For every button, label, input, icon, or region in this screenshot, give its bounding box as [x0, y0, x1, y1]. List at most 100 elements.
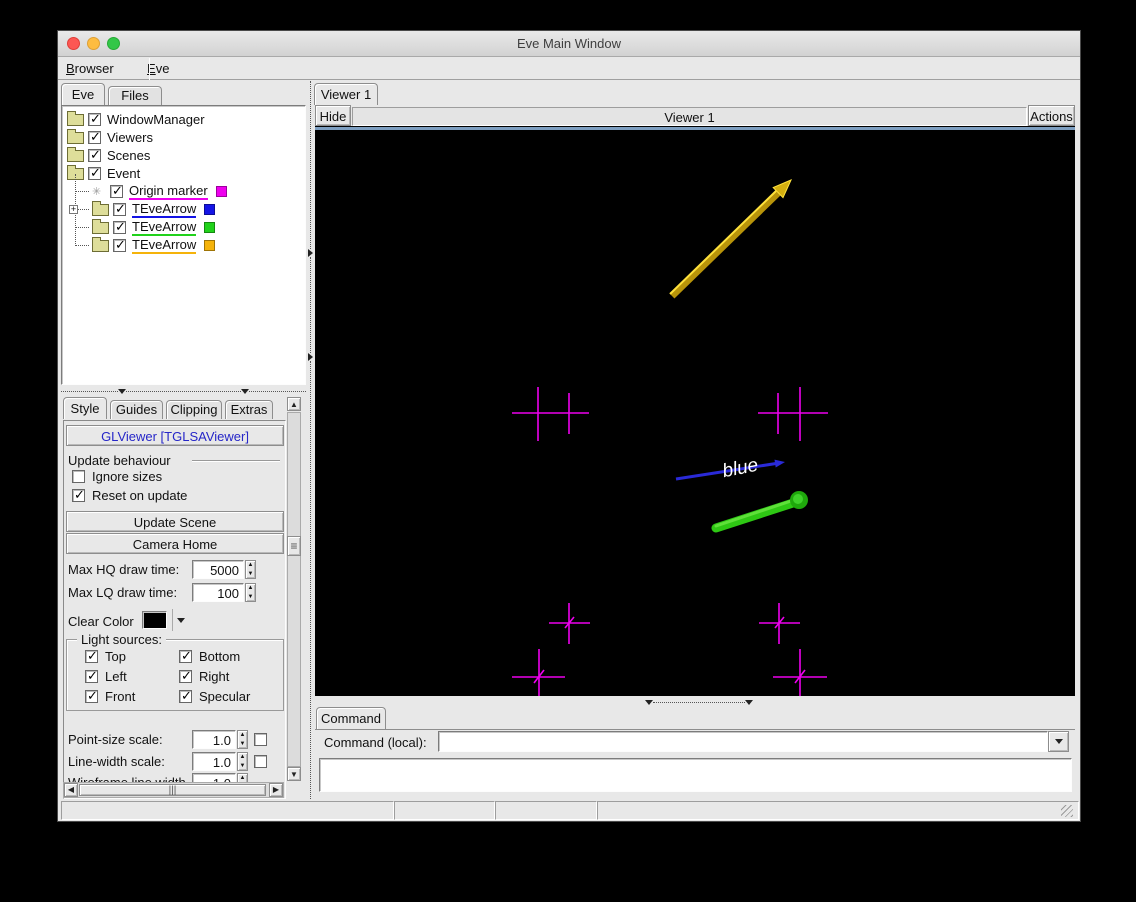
ignore-sizes-row[interactable]: Ignore sizes — [72, 469, 162, 484]
light-left-row[interactable]: Left — [85, 668, 127, 684]
window-title: Eve Main Window — [516, 36, 622, 51]
point-size-checkbox[interactable] — [254, 733, 267, 746]
update-scene-button[interactable]: Update Scene — [66, 511, 284, 532]
camera-home-button[interactable]: Camera Home — [66, 533, 284, 554]
tree-item-origin-marker[interactable]: ✳ Origin marker — [92, 183, 227, 200]
hide-button[interactable]: Hide — [315, 105, 351, 126]
light-front-checkbox[interactable] — [85, 688, 98, 704]
tree-checkbox[interactable] — [110, 183, 123, 199]
line-width-row: Line-width scale: 1.0 ▲ ▼ — [68, 752, 267, 771]
tab-files[interactable]: Files — [108, 86, 162, 105]
tree-checkbox[interactable] — [88, 111, 101, 127]
clear-color-dropdown-icon[interactable] — [177, 618, 185, 623]
tab-guides[interactable]: Guides — [110, 400, 163, 419]
light-left-checkbox[interactable] — [85, 668, 98, 684]
command-dropdown-button[interactable] — [1048, 731, 1069, 752]
tree-item-event[interactable]: Event — [67, 164, 140, 182]
tab-command[interactable]: Command — [316, 707, 386, 729]
chevron-down-icon — [1054, 739, 1063, 744]
line-width-stepper[interactable]: ▲ ▼ — [237, 752, 248, 771]
reset-on-update-row[interactable]: Reset on update — [72, 487, 187, 503]
expand-icon[interactable]: + — [69, 205, 78, 214]
menu-eve[interactable]: Eve — [139, 58, 177, 76]
glviewer-button[interactable]: GLViewer [TGLSAViewer] — [66, 425, 284, 446]
clear-color-swatch[interactable] — [142, 611, 167, 629]
light-bottom-checkbox[interactable] — [179, 648, 192, 664]
tree-item-label[interactable]: Origin marker — [129, 183, 208, 200]
command-input[interactable] — [438, 731, 1048, 752]
scroll-down-button[interactable]: ▼ — [287, 767, 301, 781]
tab-style[interactable]: Style — [63, 397, 107, 419]
scroll-right-button[interactable]: ▶ — [269, 783, 283, 797]
light-right-row[interactable]: Right — [179, 668, 229, 684]
tab-eve[interactable]: Eve — [61, 83, 105, 105]
light-bottom-row[interactable]: Bottom — [179, 648, 240, 664]
horizontal-scrollbar[interactable]: ◀ ||| ▶ — [63, 782, 284, 798]
max-lq-stepper[interactable]: ▲ ▼ — [245, 583, 256, 602]
light-top-row[interactable]: Top — [85, 648, 126, 664]
folder-icon — [92, 236, 109, 252]
color-swatch[interactable] — [215, 186, 227, 197]
menu-browser[interactable]: Browser — [58, 58, 122, 76]
tree-checkbox[interactable] — [113, 237, 126, 253]
color-swatch[interactable] — [204, 222, 216, 233]
vertical-scrollbar[interactable] — [287, 412, 301, 767]
gold-arrow — [669, 179, 792, 299]
splitter-collapse-icon[interactable] — [645, 699, 653, 705]
tab-extras[interactable]: Extras — [225, 400, 273, 419]
tree-checkbox[interactable] — [113, 219, 126, 235]
scroll-up-button[interactable]: ▲ — [287, 397, 301, 411]
light-right-checkbox[interactable] — [179, 668, 192, 684]
tree-item-label[interactable]: Event — [107, 166, 140, 181]
point-size-input[interactable]: 1.0 — [192, 730, 236, 749]
point-size-stepper[interactable]: ▲ ▼ — [237, 730, 248, 749]
tree-item-label[interactable]: TEveArrow — [132, 201, 197, 218]
splitter-collapse-icon[interactable] — [118, 388, 127, 394]
splitter-collapse-icon[interactable] — [308, 353, 313, 362]
actions-button[interactable]: Actions — [1028, 105, 1075, 126]
splitter-collapse-icon[interactable] — [745, 699, 753, 705]
light-specular-row[interactable]: Specular — [179, 688, 250, 704]
light-front-row[interactable]: Front — [85, 688, 135, 704]
gl-viewport[interactable]: blue — [315, 126, 1075, 701]
tree-item-label[interactable]: TEveArrow — [132, 219, 197, 236]
line-width-input[interactable]: 1.0 — [192, 752, 236, 771]
max-hq-stepper[interactable]: ▲ ▼ — [245, 560, 256, 579]
scrollbar-grip[interactable]: ||| — [79, 784, 266, 796]
reset-on-update-checkbox[interactable] — [72, 487, 85, 503]
scrollbar-grip[interactable] — [287, 536, 301, 556]
tree-item-label[interactable]: TEveArrow — [132, 237, 197, 254]
tree-item-viewers[interactable]: Viewers — [67, 128, 153, 146]
splitter-collapse-icon[interactable] — [240, 388, 249, 394]
light-specular-checkbox[interactable] — [179, 688, 192, 704]
main-splitter[interactable] — [306, 81, 315, 799]
max-hq-input[interactable]: 5000 — [192, 560, 244, 579]
tree-item-label[interactable]: WindowManager — [107, 112, 205, 127]
tree-item-tevearrow-green[interactable]: TEveArrow — [92, 218, 216, 236]
tree-checkbox[interactable] — [88, 147, 101, 163]
light-top-checkbox[interactable] — [85, 648, 98, 664]
tree-splitter[interactable] — [61, 385, 306, 397]
splitter-collapse-icon[interactable] — [308, 249, 313, 258]
max-lq-input[interactable]: 100 — [192, 583, 244, 602]
tree-item-label[interactable]: Scenes — [107, 148, 150, 163]
tab-viewer-1[interactable]: Viewer 1 — [314, 83, 378, 105]
tree-checkbox[interactable] — [88, 165, 101, 181]
resize-grip-icon[interactable] — [1061, 805, 1073, 817]
tree-checkbox[interactable] — [88, 129, 101, 145]
tab-clipping[interactable]: Clipping — [166, 400, 222, 419]
command-splitter[interactable] — [315, 697, 1075, 707]
ignore-sizes-checkbox[interactable] — [72, 470, 85, 483]
color-swatch[interactable] — [204, 240, 216, 251]
tree-item-windowmanager[interactable]: WindowManager — [67, 110, 205, 128]
tree-item-tevearrow-blue[interactable]: TEveArrow — [92, 200, 216, 218]
marker-icon: ✳ — [92, 185, 102, 198]
line-width-checkbox[interactable] — [254, 755, 267, 768]
tree-item-scenes[interactable]: Scenes — [67, 146, 150, 164]
color-swatch[interactable] — [204, 204, 216, 215]
titlebar[interactable]: Eve Main Window — [58, 31, 1080, 57]
scroll-left-button[interactable]: ◀ — [64, 783, 78, 797]
tree-item-tevearrow-orange[interactable]: TEveArrow — [92, 236, 216, 254]
tree-checkbox[interactable] — [113, 201, 126, 217]
tree-item-label[interactable]: Viewers — [107, 130, 153, 145]
